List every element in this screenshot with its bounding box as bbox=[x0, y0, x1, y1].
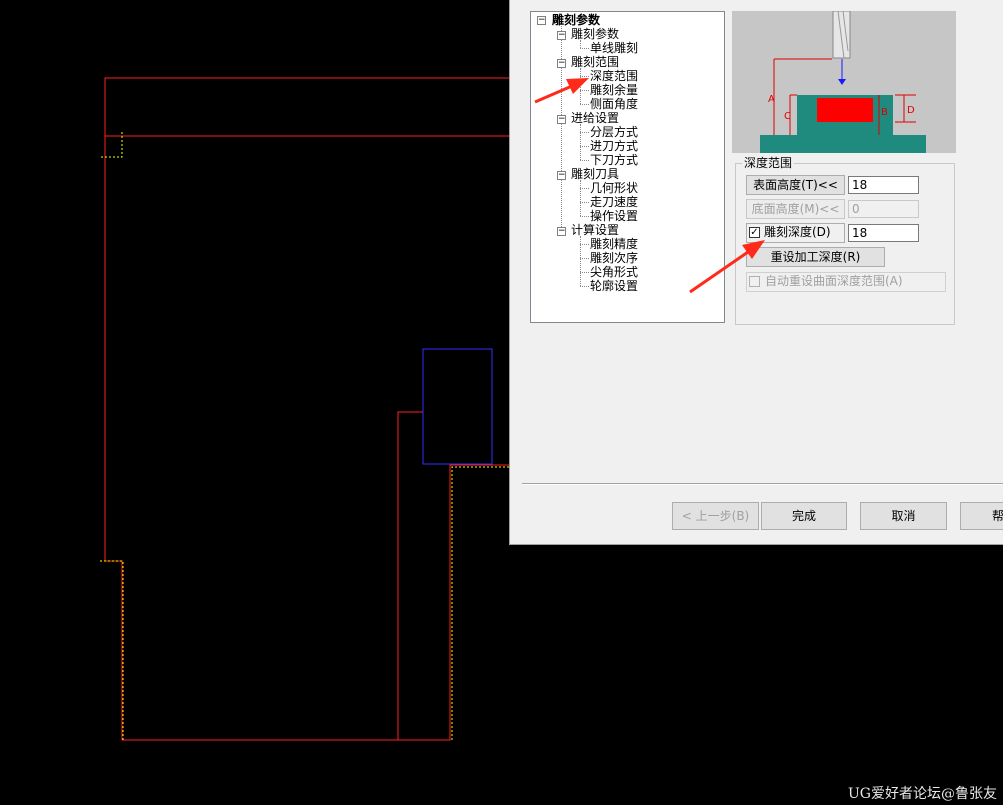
bottom-height-input[interactable]: 0 bbox=[848, 200, 919, 218]
tree-section-compute-settings[interactable]: 计算设置 bbox=[571, 223, 619, 237]
engrave-depth-label: 雕刻深度(D) bbox=[764, 225, 831, 239]
tree-connector bbox=[580, 90, 589, 91]
tree-connector bbox=[580, 68, 581, 104]
tree-connector bbox=[580, 146, 589, 147]
reset-depth-button[interactable]: 重设加工深度(R) bbox=[746, 247, 885, 267]
help-button[interactable]: 帮 bbox=[960, 502, 1003, 530]
tree-connector bbox=[580, 286, 589, 287]
tree-item-plunge-mode[interactable]: 下刀方式 bbox=[590, 153, 638, 167]
base-block bbox=[760, 135, 926, 153]
tree-connector bbox=[580, 40, 581, 48]
watermark-text: UG爱好者论坛@鲁张友 bbox=[848, 786, 997, 802]
engrave-region bbox=[817, 98, 873, 122]
prev-step-button[interactable]: < 上一步(B) bbox=[672, 502, 759, 530]
cancel-button[interactable]: 取消 bbox=[860, 502, 947, 530]
tree-section-engrave-tool[interactable]: 雕刻刀具 bbox=[571, 167, 619, 181]
tree-root-label[interactable]: 雕刻参数 bbox=[552, 13, 600, 27]
dim-label-a: A bbox=[768, 94, 775, 105]
tree-connector bbox=[580, 258, 589, 259]
tree-connector bbox=[580, 202, 589, 203]
tree-connector bbox=[580, 188, 589, 189]
tree-item-contour-settings[interactable]: 轮廓设置 bbox=[590, 279, 638, 293]
tree-connector bbox=[580, 48, 589, 49]
tree-item-precision[interactable]: 雕刻精度 bbox=[590, 237, 638, 251]
collapse-section-icon[interactable]: − bbox=[557, 59, 566, 68]
tree-section-engrave-range[interactable]: 雕刻范围 bbox=[571, 55, 619, 69]
tree-connector bbox=[580, 272, 589, 273]
tree-item-layer-mode[interactable]: 分层方式 bbox=[590, 125, 638, 139]
engrave-depth-checkbox[interactable]: ✓ bbox=[749, 227, 760, 238]
tree-connector bbox=[580, 160, 589, 161]
surface-height-button[interactable]: 表面高度(T)<< bbox=[746, 175, 845, 195]
tree-connector bbox=[580, 124, 581, 160]
button-separator bbox=[522, 483, 1003, 485]
tree-connector bbox=[580, 76, 589, 77]
tree-item-feed-speed[interactable]: 走刀速度 bbox=[590, 195, 638, 209]
tree-section-engrave-params[interactable]: 雕刻参数 bbox=[571, 27, 619, 41]
parameter-tree[interactable]: − 雕刻参数 − 雕刻参数 单线雕刻 − 雕刻范围 深度范围 雕刻余量 侧面角度… bbox=[530, 11, 725, 323]
auto-reset-label: 自动重设曲面深度范围(A) bbox=[765, 274, 903, 288]
bottom-height-button[interactable]: 底面高度(M)<< bbox=[746, 199, 845, 219]
tree-item-lead-in-mode[interactable]: 进刀方式 bbox=[590, 139, 638, 153]
cad-blue-rectangle bbox=[422, 348, 493, 465]
collapse-section-icon[interactable]: − bbox=[557, 31, 566, 40]
tree-connector bbox=[580, 132, 589, 133]
engrave-parameters-dialog: − 雕刻参数 − 雕刻参数 单线雕刻 − 雕刻范围 深度范围 雕刻余量 侧面角度… bbox=[509, 0, 1003, 545]
tree-item-operation-settings[interactable]: 操作设置 bbox=[590, 209, 638, 223]
tree-connector bbox=[580, 104, 589, 105]
collapse-section-icon[interactable]: − bbox=[557, 115, 566, 124]
dim-label-b: B bbox=[881, 107, 888, 118]
tree-item-geometry[interactable]: 几何形状 bbox=[590, 181, 638, 195]
tree-item-depth-range[interactable]: 深度范围 bbox=[590, 69, 638, 83]
tree-item-order[interactable]: 雕刻次序 bbox=[590, 251, 638, 265]
cad-yellow-dashes bbox=[100, 132, 509, 740]
depth-range-title: 深度范围 bbox=[742, 156, 795, 170]
tree-connector bbox=[580, 216, 589, 217]
surface-height-input[interactable]: 18 bbox=[848, 176, 919, 194]
cad-red-outline bbox=[104, 77, 509, 741]
tree-item-corner-form[interactable]: 尖角形式 bbox=[590, 265, 638, 279]
tree-connector bbox=[580, 244, 589, 245]
tree-connector bbox=[580, 180, 581, 216]
engrave-depth-input[interactable]: 18 bbox=[848, 224, 919, 242]
collapse-root-icon[interactable]: − bbox=[537, 16, 546, 25]
tree-item-side-angle[interactable]: 侧面角度 bbox=[590, 97, 638, 111]
collapse-section-icon[interactable]: − bbox=[557, 227, 566, 236]
dim-label-d: D bbox=[907, 105, 915, 116]
dim-label-c: C bbox=[784, 111, 791, 122]
depth-preview-illustration: A C B D bbox=[732, 10, 956, 153]
tree-section-feed-settings[interactable]: 进给设置 bbox=[571, 111, 619, 125]
collapse-section-icon[interactable]: − bbox=[557, 171, 566, 180]
auto-reset-checkbox[interactable] bbox=[749, 276, 760, 287]
tree-item-single-line[interactable]: 单线雕刻 bbox=[590, 41, 638, 55]
tree-item-engrave-allowance[interactable]: 雕刻余量 bbox=[590, 83, 638, 97]
finish-button[interactable]: 完成 bbox=[761, 502, 847, 530]
